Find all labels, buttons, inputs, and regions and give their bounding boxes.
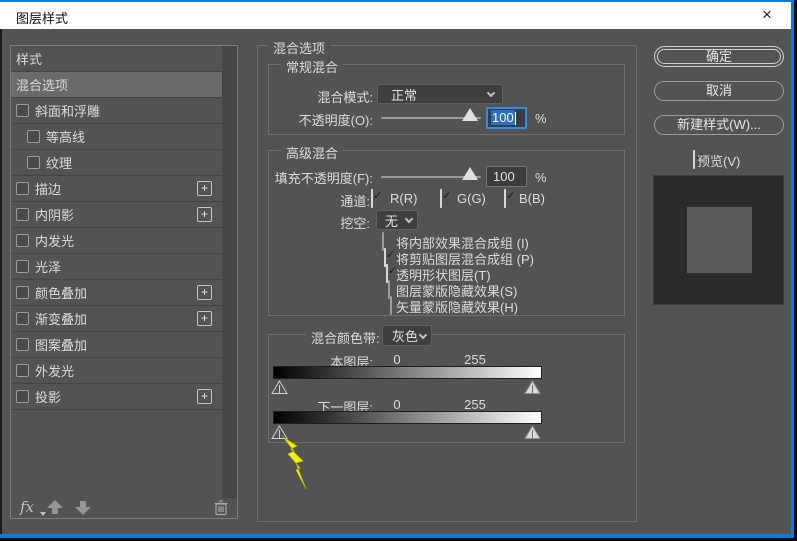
drop-shadow-checkbox[interactable]	[16, 390, 29, 403]
contour-checkbox[interactable]	[27, 130, 40, 143]
style-preview-swatch	[687, 207, 752, 273]
inner-glow-checkbox[interactable]	[16, 234, 29, 247]
underlying-layer-gradient-bar	[273, 411, 542, 424]
sidebar-item-color-overlay[interactable]: 颜色叠加+	[11, 280, 222, 306]
sidebar-item-blending-options[interactable]: 混合选项	[11, 72, 222, 98]
channel-r-checkbox[interactable]	[371, 189, 373, 208]
window-title: 图层样式	[16, 8, 68, 27]
title-bar[interactable]: 图层样式 ×	[0, 2, 791, 29]
annotation-arrow-icon	[275, 432, 315, 494]
satin-checkbox[interactable]	[16, 260, 29, 273]
bevel-emboss-checkbox[interactable]	[16, 104, 29, 117]
preview-checkbox-label: 预览(V)	[697, 151, 740, 170]
channel-r-label: R(R)	[390, 191, 417, 206]
blend-mode-value: 正常	[391, 85, 417, 104]
ok-button[interactable]: 确定	[654, 46, 784, 67]
delete-effect-trash-icon[interactable]	[213, 499, 229, 516]
add-color-overlay-instance-button[interactable]: +	[197, 285, 212, 300]
advanced-blending-group-label: 高级混合	[281, 143, 343, 162]
this-layer-min-value: 0	[390, 352, 404, 367]
sidebar-item-styles[interactable]: 样式	[11, 46, 222, 72]
blend-if-label: 混合颜色带:	[306, 328, 385, 347]
opacity-input[interactable]: 100	[486, 107, 527, 129]
move-effect-up-icon[interactable]	[47, 500, 63, 515]
window-accent-border-right	[791, 0, 794, 538]
sidebar-item-stroke[interactable]: 描边+	[11, 176, 222, 202]
fx-menu-caret-icon	[40, 512, 46, 516]
fill-opacity-label: 填充不透明度(F):	[263, 168, 373, 187]
sidebar-item-outer-glow[interactable]: 外发光	[11, 358, 222, 384]
vector-mask-hides-effects-checkbox[interactable]	[390, 296, 392, 315]
general-blending-group-label: 常规混合	[281, 57, 343, 76]
fill-opacity-input[interactable]: 100	[486, 166, 527, 187]
move-effect-down-icon[interactable]	[75, 500, 91, 515]
channels-label: 通道:	[300, 191, 370, 210]
styles-list-scrollbar[interactable]	[222, 46, 237, 498]
outer-glow-checkbox[interactable]	[16, 364, 29, 377]
text-caret	[515, 112, 516, 125]
sidebar-item-satin[interactable]: 光泽	[11, 254, 222, 280]
sidebar-item-inner-glow[interactable]: 内发光	[11, 228, 222, 254]
opacity-slider-thumb[interactable]	[462, 108, 478, 121]
channel-g-label: G(G)	[457, 191, 486, 206]
this-layer-white-slider-icon[interactable]	[524, 380, 541, 395]
window-accent-border-bottom	[0, 534, 794, 538]
this-layer-gradient-bar	[273, 366, 542, 379]
inner-shadow-checkbox[interactable]	[16, 208, 29, 221]
sidebar-item-inner-shadow[interactable]: 内阴影+	[11, 202, 222, 228]
chevron-down-icon	[487, 89, 495, 97]
window-edge-left	[0, 29, 2, 534]
opacity-label: 不透明度(O):	[270, 110, 373, 129]
add-drop-shadow-instance-button[interactable]: +	[197, 389, 212, 404]
cancel-button[interactable]: 取消	[654, 81, 784, 101]
blend-if-group	[268, 334, 625, 443]
styles-rows: 样式 混合选项 斜面和浮雕 等高线 纹理 描边+ 内阴影+ 内发光 光泽 颜色叠…	[11, 46, 222, 410]
style-preview-thumbnail	[653, 175, 784, 305]
sidebar-item-contour[interactable]: 等高线	[11, 124, 222, 150]
sidebar-item-pattern-overlay[interactable]: 图案叠加	[11, 332, 222, 358]
fill-opacity-unit: %	[535, 170, 547, 185]
texture-checkbox[interactable]	[27, 156, 40, 169]
sidebar-item-bevel-emboss[interactable]: 斜面和浮雕	[11, 98, 222, 124]
add-inner-shadow-instance-button[interactable]: +	[197, 207, 212, 222]
blending-options-group-label: 混合选项	[268, 38, 330, 57]
blend-if-channel-value: 灰色	[392, 326, 418, 345]
layer-style-dialog: 图层样式 × 样式 混合选项 斜面和浮雕 等高线 纹理 描边+ 内阴影+ 内发光…	[0, 0, 797, 541]
knockout-dropdown[interactable]: 无	[376, 210, 418, 230]
channel-b-checkbox[interactable]	[504, 189, 506, 208]
underlying-layer-max-value: 255	[462, 397, 488, 412]
underlying-layer-white-slider-icon[interactable]	[524, 425, 541, 440]
channel-b-label: B(B)	[519, 191, 545, 206]
fill-opacity-slider-thumb[interactable]	[462, 167, 478, 180]
knockout-value: 无	[385, 211, 398, 230]
blend-mode-dropdown[interactable]: 正常	[377, 84, 503, 104]
this-layer-black-slider-icon[interactable]	[271, 380, 288, 395]
fx-menu-button[interactable]: fx	[20, 498, 34, 516]
underlying-layer-min-value: 0	[390, 397, 404, 412]
styles-list: 样式 混合选项 斜面和浮雕 等高线 纹理 描边+ 内阴影+ 内发光 光泽 颜色叠…	[10, 45, 238, 519]
stroke-checkbox[interactable]	[16, 182, 29, 195]
vector-mask-hides-effects-label: 矢量蒙版隐藏效果(H)	[396, 297, 518, 316]
chevron-down-icon	[419, 331, 427, 339]
knockout-label: 挖空:	[300, 213, 370, 232]
preview-checkbox[interactable]	[693, 150, 695, 169]
this-layer-max-value: 255	[462, 352, 488, 367]
blend-mode-label: 混合模式:	[270, 87, 373, 106]
gradient-overlay-checkbox[interactable]	[16, 312, 29, 325]
sidebar-item-gradient-overlay[interactable]: 渐变叠加+	[11, 306, 222, 332]
add-stroke-instance-button[interactable]: +	[197, 181, 212, 196]
channel-g-checkbox[interactable]	[440, 189, 442, 208]
opacity-unit: %	[535, 111, 547, 126]
blend-if-channel-dropdown[interactable]: 灰色	[382, 325, 432, 346]
color-overlay-checkbox[interactable]	[16, 286, 29, 299]
sidebar-item-texture[interactable]: 纹理	[11, 150, 222, 176]
chevron-down-icon	[405, 215, 413, 223]
new-style-button[interactable]: 新建样式(W)...	[654, 115, 784, 135]
close-icon[interactable]: ×	[757, 5, 777, 25]
add-gradient-overlay-instance-button[interactable]: +	[197, 311, 212, 326]
pattern-overlay-checkbox[interactable]	[16, 338, 29, 351]
sidebar-item-drop-shadow[interactable]: 投影+	[11, 384, 222, 410]
styles-list-footer: fx	[11, 498, 237, 518]
